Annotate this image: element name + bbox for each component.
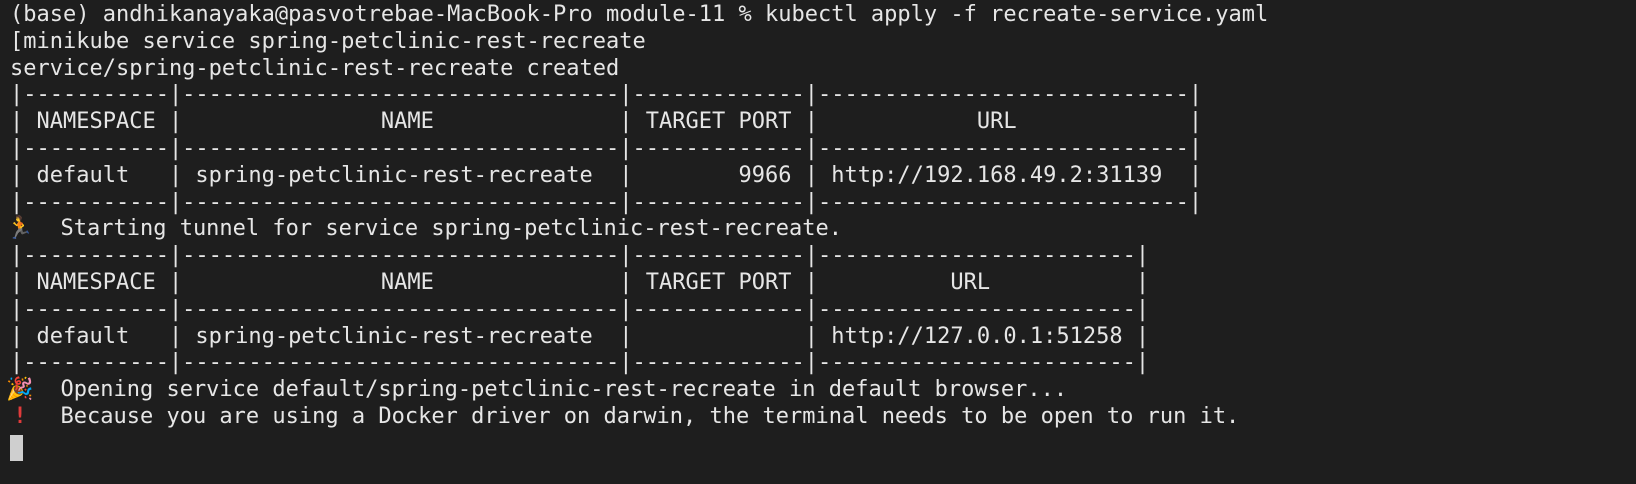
runner-icon: 🏃 bbox=[6, 216, 34, 242]
open-service-line: 🎉 Opening service default/spring-petclin… bbox=[6, 377, 1636, 404]
service-created-line: service/spring-petclinic-rest-recreate c… bbox=[10, 55, 620, 81]
terminal-window[interactable]: (base) andhikanayaka@pasvotrebae-MacBook… bbox=[0, 0, 1636, 484]
warning-line: ! Because you are using a Docker driver … bbox=[10, 404, 1636, 431]
table2-data-row: | default | spring-petclinic-rest-recrea… bbox=[10, 323, 1150, 349]
table2-header-row: | NAMESPACE | NAME | TARGET PORT | URL | bbox=[10, 269, 1150, 295]
text-cursor[interactable] bbox=[10, 434, 23, 461]
command-line-minikube: [minikube service spring-petclinic-rest-… bbox=[10, 28, 646, 54]
open-service-text: Opening service default/spring-petclinic… bbox=[34, 377, 1068, 403]
table1-data-row: | default | spring-petclinic-rest-recrea… bbox=[10, 162, 1203, 188]
table1-separator-top: |-----------|---------------------------… bbox=[10, 82, 1203, 108]
party-popper-icon: 🎉 bbox=[6, 377, 34, 403]
table2-separator-bottom: |-----------|---------------------------… bbox=[10, 350, 1150, 376]
warning-text: Because you are using a Docker driver on… bbox=[34, 403, 1240, 429]
cursor-line bbox=[10, 431, 1636, 461]
table2-separator-mid: |-----------|---------------------------… bbox=[10, 296, 1150, 322]
table2-separator-top: |-----------|---------------------------… bbox=[10, 243, 1150, 269]
exclamation-icon: ! bbox=[13, 403, 27, 429]
table1-separator-bottom: |-----------|---------------------------… bbox=[10, 189, 1203, 215]
table1-separator-mid: |-----------|---------------------------… bbox=[10, 135, 1203, 161]
tunnel-message-text: Starting tunnel for service spring-petcl… bbox=[34, 216, 842, 242]
command-prompt-line: (base) andhikanayaka@pasvotrebae-MacBook… bbox=[10, 2, 1269, 27]
table1-header-row: | NAMESPACE | NAME | TARGET PORT | URL | bbox=[10, 109, 1203, 135]
tunnel-message-line: 🏃 Starting tunnel for service spring-pet… bbox=[6, 216, 1636, 243]
